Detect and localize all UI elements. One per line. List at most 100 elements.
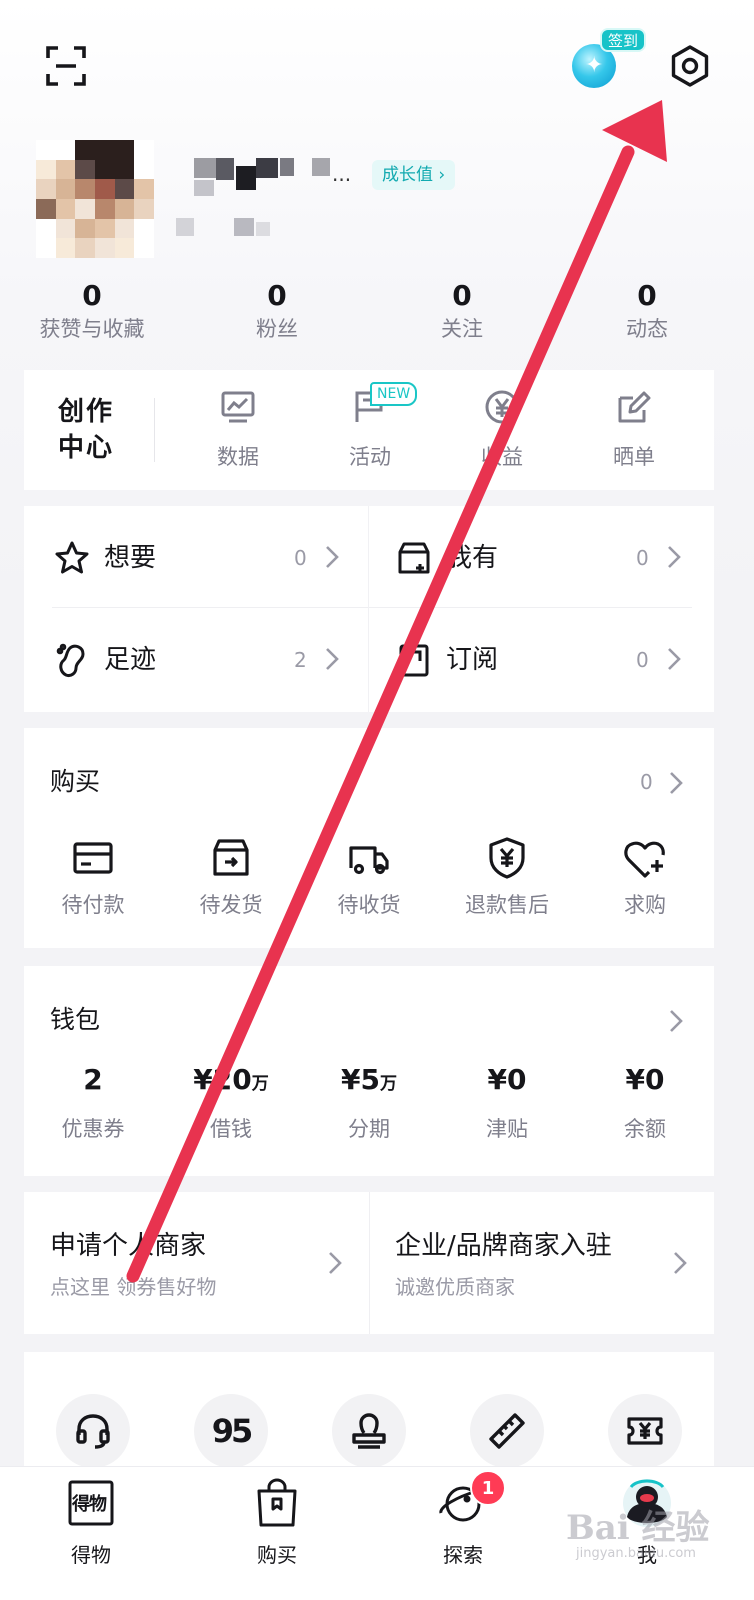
purchase-item-label: 待付款 <box>61 893 125 917</box>
collection-label: 想要 <box>104 543 157 573</box>
wallet-item-installment[interactable]: ¥5万 分期 <box>300 1062 438 1144</box>
watermark-main: Bai 经验 <box>566 1508 710 1548</box>
creation-item-data[interactable]: 数据 <box>178 388 298 472</box>
settings-gear-icon[interactable] <box>668 44 712 88</box>
service-customer-support[interactable] <box>56 1394 130 1468</box>
wallet-label: 借钱 <box>210 1117 252 1141</box>
merchant-subtitle: 诚邀优质商家 <box>395 1275 515 1299</box>
merchant-card: 申请个人商家 点这里 领券售好物 企业/品牌商家入驻 诚邀优质商家 <box>24 1192 714 1334</box>
stat-following[interactable]: 0 关注 <box>377 278 547 344</box>
stat-label: 获赞与收藏 <box>39 317 145 341</box>
service-coupon-ticket[interactable] <box>608 1394 682 1468</box>
stat-followers[interactable]: 0 粉丝 <box>192 278 362 344</box>
stat-likes-favorites[interactable]: 0 获赞与收藏 <box>7 278 177 344</box>
chevron-right-icon <box>666 544 682 574</box>
purchase-item-pending-payment[interactable]: 待付款 <box>24 836 162 920</box>
stat-value: 0 <box>452 279 472 312</box>
wallet-item-balance[interactable]: ¥0 余额 <box>576 1062 714 1144</box>
purchase-item-wanted[interactable]: 求购 <box>576 836 714 920</box>
merchant-title: 申请个人商家 <box>50 1231 207 1261</box>
service-size-ruler[interactable] <box>470 1394 544 1468</box>
purchase-item-pending-shipment[interactable]: 待发货 <box>162 836 300 920</box>
collection-label: 足迹 <box>104 645 157 675</box>
stat-posts[interactable]: 0 动态 <box>562 278 732 344</box>
creation-title-line: 创作 <box>58 397 115 427</box>
creation-item-label: 收益 <box>481 445 523 469</box>
edit-icon <box>615 388 653 426</box>
purchase-title[interactable]: 购买 <box>50 764 100 800</box>
wallet-value: ¥5万 <box>341 1063 397 1096</box>
purchase-item-label: 待发货 <box>199 893 263 917</box>
purchase-item-refund[interactable]: 退款售后 <box>438 836 576 920</box>
collection-item-wants[interactable]: 想要 0 <box>54 528 374 588</box>
ruler-icon <box>487 1411 527 1451</box>
tab-label: 得物 <box>71 1543 111 1567</box>
package-icon <box>209 836 253 880</box>
purchase-item-label: 退款售后 <box>465 893 549 917</box>
watermark-sub: jingyan.baidu.com <box>576 1546 696 1561</box>
chevron-right-icon[interactable] <box>668 1008 684 1038</box>
avatar[interactable] <box>36 140 154 258</box>
collection-item-footprints[interactable]: 足迹 2 <box>54 630 374 690</box>
tab-explore[interactable]: 探索 <box>388 1477 538 1569</box>
shopping-bag-icon <box>251 1477 303 1529</box>
shield-yen-icon <box>485 836 529 880</box>
dewu-logo-icon: 得物 <box>65 1477 117 1529</box>
collection-item-subscriptions[interactable]: 订阅 0 <box>396 630 716 690</box>
new-badge: NEW <box>370 382 418 406</box>
wallet-title[interactable]: 钱包 <box>50 1002 100 1038</box>
star-icon <box>54 540 90 576</box>
creation-item-label: 晒单 <box>613 445 655 469</box>
wallet-item-coupons[interactable]: 2 优惠券 <box>24 1062 162 1144</box>
collection-count: 2 <box>294 648 307 672</box>
chevron-right-icon[interactable] <box>668 770 684 800</box>
dewu-logo-text: 得物 <box>72 1494 107 1515</box>
collection-count: 0 <box>636 648 649 672</box>
divider <box>52 607 692 608</box>
enterprise-merchant-signup[interactable]: 企业/品牌商家入驻 诚邀优质商家 <box>369 1192 714 1334</box>
headset-icon <box>73 1411 113 1451</box>
creation-item-showcase[interactable]: 晒单 <box>574 388 694 472</box>
chevron-right-icon <box>672 1250 688 1280</box>
chart-icon <box>219 388 257 426</box>
stat-label: 粉丝 <box>256 317 298 341</box>
yen-coin-icon <box>483 388 521 426</box>
purchase-item-pending-receipt[interactable]: 待收货 <box>300 836 438 920</box>
stat-value: 0 <box>637 279 657 312</box>
checkin-button[interactable]: ✦ 签到 <box>570 28 650 92</box>
creation-center-title[interactable]: 创作 中心 <box>58 394 114 466</box>
scan-icon[interactable] <box>44 44 88 88</box>
purchase-item-label: 待收货 <box>337 893 401 917</box>
notification-badge: 1 <box>470 1470 506 1506</box>
ticket-icon <box>625 1411 665 1451</box>
service-stamp[interactable] <box>332 1394 406 1468</box>
creation-center-card: 创作 中心 数据 活动 收益 晒单 <box>24 370 714 490</box>
collection-item-owned[interactable]: 我有 0 <box>396 528 716 588</box>
apply-personal-merchant[interactable]: 申请个人商家 点这里 领券售好物 <box>24 1192 369 1334</box>
purchase-card: 购买 0 待付款 待发货 待收货 退款售后 求购 <box>24 728 714 948</box>
heart-plus-icon <box>623 836 667 880</box>
merchant-subtitle: 点这里 领券售好物 <box>50 1275 217 1299</box>
creation-item-earnings[interactable]: 收益 <box>442 388 562 472</box>
tab-dewu[interactable]: 得物 得物 <box>16 1477 166 1569</box>
chevron-right-icon <box>324 646 340 676</box>
wallet-value: ¥0 <box>625 1063 665 1096</box>
tab-buy[interactable]: 购买 <box>202 1477 352 1569</box>
growth-value-badge[interactable]: 成长值 › <box>372 160 456 190</box>
box-icon <box>396 540 432 576</box>
stamp-icon <box>349 1411 389 1451</box>
wallet-item-loan[interactable]: ¥20万 借钱 <box>162 1062 300 1144</box>
collection-label: 我有 <box>446 543 499 573</box>
wallet-label: 余额 <box>624 1117 666 1141</box>
wallet-label: 分期 <box>348 1117 390 1141</box>
creation-title-line: 中心 <box>58 433 115 463</box>
purchase-count: 0 <box>640 770 653 794</box>
service-95[interactable]: 95 <box>194 1394 268 1468</box>
stat-label: 动态 <box>626 317 668 341</box>
baidu-jingyan-watermark: Bai 经验 jingyan.baidu.com <box>566 1500 746 1580</box>
wallet-item-allowance[interactable]: ¥0 津贴 <box>438 1062 576 1144</box>
wallet-value: ¥20万 <box>193 1063 269 1096</box>
wallet-label: 优惠券 <box>61 1117 125 1141</box>
collection-label: 订阅 <box>446 645 499 675</box>
creation-item-label: 数据 <box>217 445 259 469</box>
